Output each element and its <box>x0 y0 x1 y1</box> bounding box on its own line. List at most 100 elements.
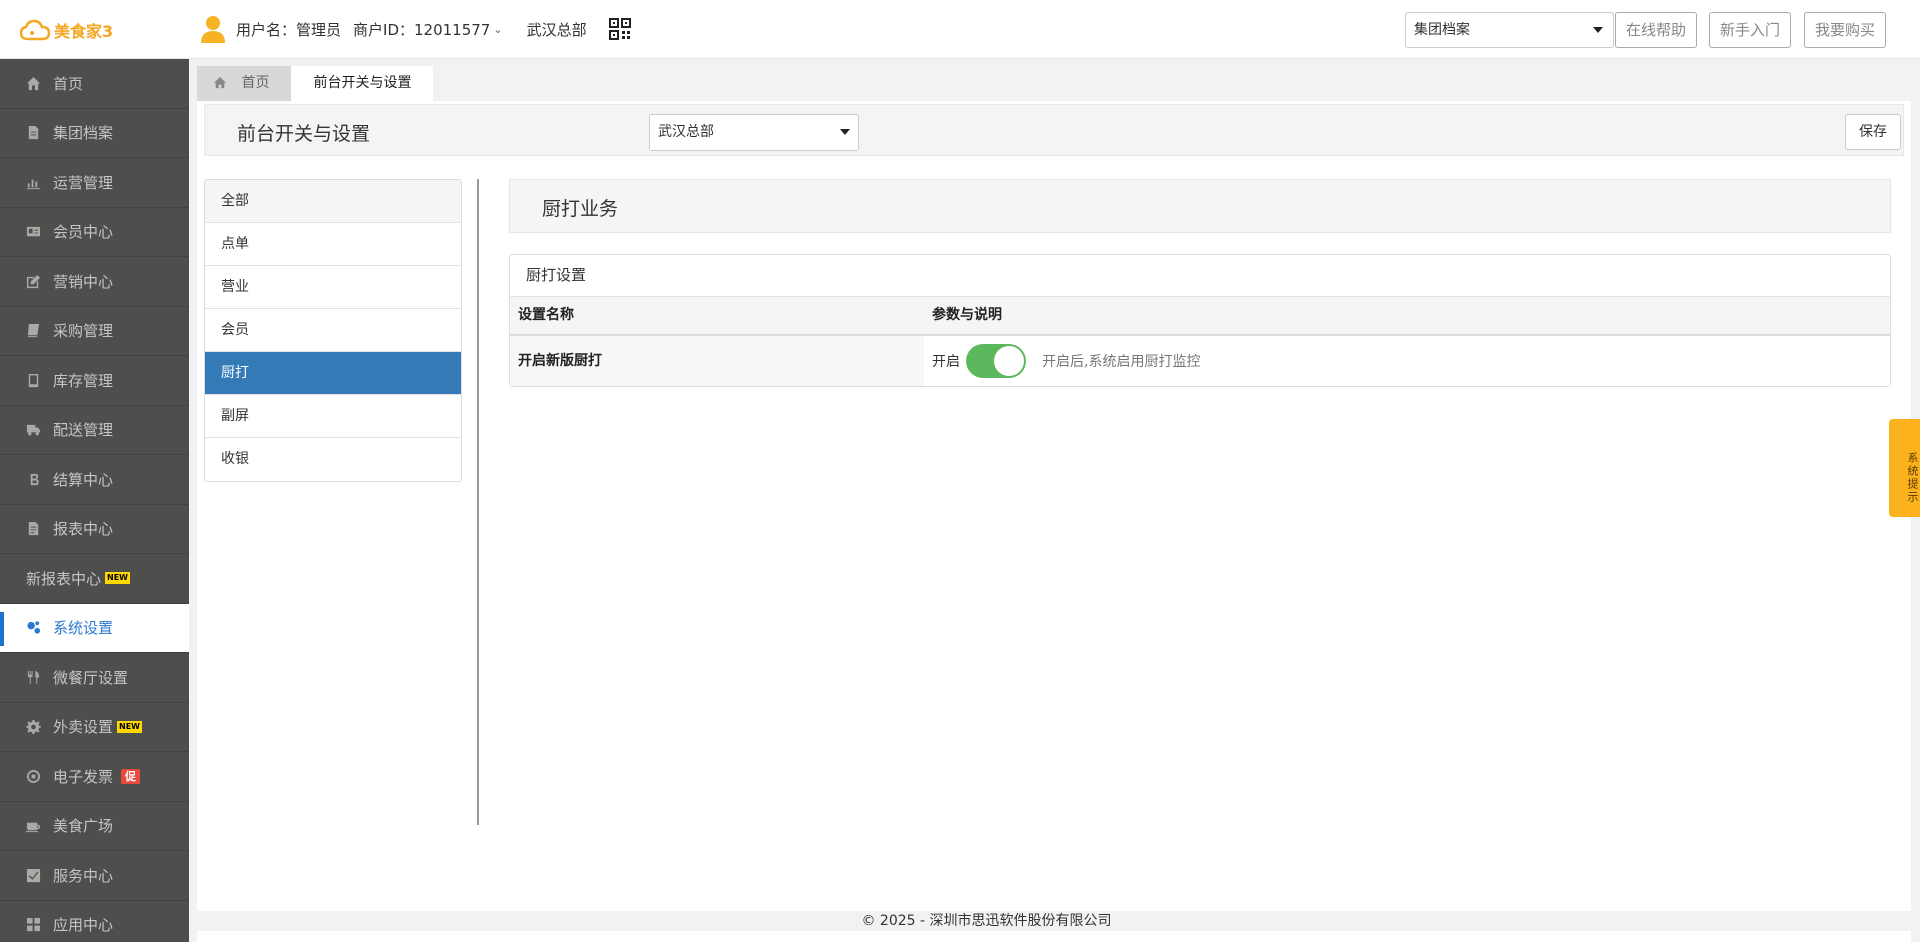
bar-chart-icon <box>26 179 41 189</box>
sidebar-item-label: 系统设置 <box>53 619 114 638</box>
tab-home[interactable]: 首页 <box>197 66 292 101</box>
category-item-business[interactable]: 营业 <box>205 266 461 309</box>
system-tip-tab[interactable]: 系统提示 <box>1889 419 1920 517</box>
sidebar-item-label: 营销中心 <box>53 272 114 291</box>
section-header: 厨打业务 <box>509 179 1891 233</box>
sidebar: 首页 集团档案 运营管理 会员中心 营销中心 采购管理 库存管理 配送管理 结算… <box>0 59 189 942</box>
sidebar-item-e-invoice[interactable]: 电子发票 促 <box>0 752 189 802</box>
sidebar-item-label: 集团档案 <box>53 124 114 143</box>
sidebar-item-member-center[interactable]: 会员中心 <box>0 208 189 257</box>
vertical-divider <box>477 179 479 825</box>
toggle-knob <box>994 346 1024 376</box>
home-icon <box>26 76 41 90</box>
sidebar-item-home[interactable]: 首页 <box>0 59 189 109</box>
gear-icon <box>26 720 41 735</box>
beginner-guide-button[interactable]: 新手入门 <box>1709 12 1791 48</box>
save-button[interactable]: 保存 <box>1845 114 1901 150</box>
promo-badge: 促 <box>121 768 141 784</box>
category-item-kitchen-print[interactable]: 厨打 <box>205 352 461 395</box>
new-badge: NEW <box>105 572 130 585</box>
sidebar-item-label: 运营管理 <box>53 173 114 192</box>
sidebar-item-app-center[interactable]: 应用中心 <box>0 901 189 942</box>
sidebar-item-label: 首页 <box>53 74 84 93</box>
page-toolbar: 前台开关与设置 武汉总部 保存 <box>204 104 1904 156</box>
category-item-all[interactable]: 全部 <box>205 180 461 223</box>
store-select[interactable]: 武汉总部 <box>649 114 859 151</box>
tab-label: 首页 <box>241 75 270 91</box>
user-avatar-icon <box>201 16 225 43</box>
sidebar-item-purchase[interactable]: 采购管理 <box>0 307 189 356</box>
setting-description: 开启后,系统启用厨打监控 <box>1042 354 1201 370</box>
top-module-select-value: 集团档案 <box>1414 22 1470 38</box>
username-label: 用户名：管理员 <box>236 20 342 39</box>
top-header: 美食家3 用户名：管理员 商户ID：12011577 ⌄ 武汉总部 集团档案 在… <box>0 0 1920 59</box>
chevron-down-icon: ⌄ <box>493 22 503 36</box>
merchant-id-dropdown[interactable]: 商户ID：12011577 ⌄ <box>353 19 527 40</box>
page-title: 前台开关与设置 <box>237 123 371 145</box>
sidebar-item-system-settings[interactable]: 系统设置 <box>0 603 189 653</box>
footer: © 2025 - 深圳市思迅软件股份有限公司 <box>189 911 1920 931</box>
settings-table-header: 设置名称 参数与说明 <box>510 297 1890 336</box>
main-area: 首页 前台开关与设置 前台开关与设置 武汉总部 保存 全部 点单 营业 会员 厨… <box>189 59 1920 942</box>
sidebar-item-label: 电子发票 <box>53 767 114 786</box>
sidebar-item-label: 微餐厅设置 <box>53 668 129 687</box>
top-module-select[interactable]: 集团档案 <box>1405 12 1614 48</box>
setting-params: 开启 开启后,系统启用厨打监控 <box>924 336 1890 386</box>
sidebar-item-label: 报表中心 <box>53 520 114 539</box>
id-card-icon <box>26 227 41 237</box>
qr-code-icon[interactable] <box>608 18 631 40</box>
check-square-icon <box>26 868 41 882</box>
apps-icon <box>26 918 41 932</box>
file-icon <box>28 126 39 140</box>
sidebar-item-takeout-settings[interactable]: 外卖设置 NEW <box>0 703 189 752</box>
caret-down-icon <box>840 129 850 135</box>
copyright-text: © 2025 - 深圳市思迅软件股份有限公司 <box>861 913 1112 929</box>
caret-down-icon <box>1593 27 1603 33</box>
cogs-icon <box>27 621 41 634</box>
user-info: 用户名：管理员 商户ID：12011577 ⌄ 武汉总部 <box>200 14 631 44</box>
edit-icon <box>26 274 41 288</box>
sidebar-item-delivery[interactable]: 配送管理 <box>0 406 189 455</box>
settings-box-title: 厨打设置 <box>510 255 1890 297</box>
logo-text: 美食家3 <box>54 22 114 41</box>
sidebar-item-new-reports[interactable]: 新报表中心 NEW <box>0 554 189 604</box>
sidebar-item-inventory[interactable]: 库存管理 <box>0 356 189 406</box>
sidebar-item-label: 配送管理 <box>53 421 114 440</box>
category-item-secondary-screen[interactable]: 副屏 <box>205 395 461 438</box>
cloud-icon <box>20 19 50 41</box>
sidebar-item-settlement[interactable]: 结算中心 <box>0 455 189 505</box>
switch-state-label: 开启 <box>932 354 960 370</box>
sidebar-item-label: 美食广场 <box>53 817 114 836</box>
settings-box: 厨打设置 设置名称 参数与说明 开启新版厨打 开启 开启后,系统启用厨打监控 <box>509 254 1891 387</box>
sidebar-item-micro-restaurant[interactable]: 微餐厅设置 <box>0 653 189 703</box>
logo[interactable]: 美食家3 <box>20 17 113 43</box>
tab-frontend-settings[interactable]: 前台开关与设置 <box>291 66 434 101</box>
sidebar-item-service-center[interactable]: 服务中心 <box>0 851 189 901</box>
online-help-button[interactable]: 在线帮助 <box>1615 12 1697 48</box>
purchase-button[interactable]: 我要购买 <box>1804 12 1886 48</box>
sidebar-item-label: 服务中心 <box>53 866 114 885</box>
new-kitchen-print-toggle[interactable] <box>966 344 1026 378</box>
column-header-params: 参数与说明 <box>932 307 1002 323</box>
home-icon <box>213 76 227 89</box>
coffee-icon <box>26 822 41 833</box>
sidebar-item-marketing[interactable]: 营销中心 <box>0 257 189 307</box>
table-row: 开启新版厨打 开启 开启后,系统启用厨打监控 <box>510 336 1890 386</box>
merchant-id-label: 商户ID：12011577 <box>353 20 491 39</box>
sidebar-item-food-court[interactable]: 美食广场 <box>0 802 189 851</box>
store-name: 武汉总部 <box>526 20 587 39</box>
tab-label: 前台开关与设置 <box>313 75 412 91</box>
category-item-order[interactable]: 点单 <box>205 223 461 266</box>
sidebar-item-reports[interactable]: 报表中心 <box>0 505 189 554</box>
truck-icon <box>26 425 41 436</box>
setting-name: 开启新版厨打 <box>510 336 924 386</box>
section-title: 厨打业务 <box>542 198 619 220</box>
tab-bar: 首页 前台开关与设置 <box>197 66 434 101</box>
sidebar-item-label: 新报表中心 <box>26 569 102 588</box>
category-item-member[interactable]: 会员 <box>205 309 461 352</box>
sidebar-item-operations[interactable]: 运营管理 <box>0 158 189 208</box>
category-item-cashier[interactable]: 收银 <box>205 438 461 481</box>
new-badge: NEW <box>117 720 142 733</box>
sidebar-item-group-archive[interactable]: 集团档案 <box>0 109 189 158</box>
column-header-name: 设置名称 <box>518 307 574 323</box>
